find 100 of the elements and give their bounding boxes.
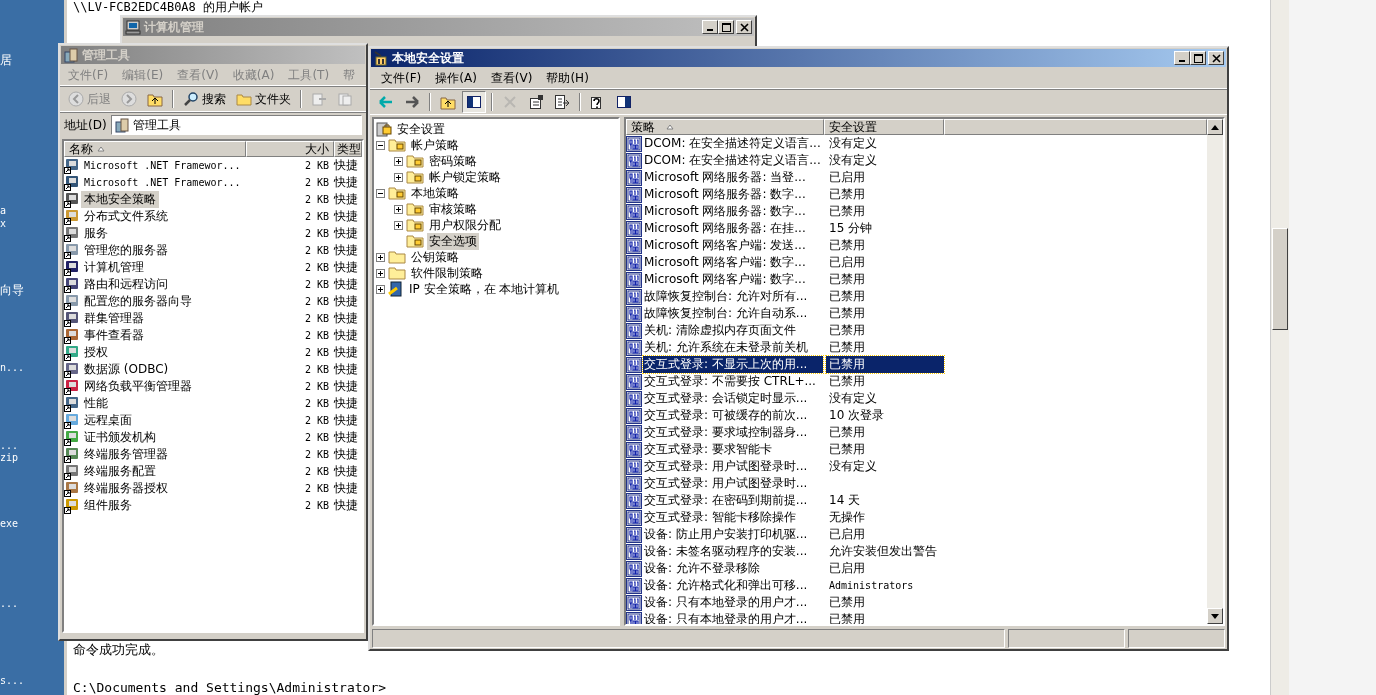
collapse-button[interactable]	[376, 140, 385, 150]
tree-item[interactable]: 安全设置	[395, 120, 447, 138]
policy-name[interactable]: Microsoft 网络客户端: 发送...	[643, 237, 823, 254]
policy-name[interactable]: DCOM: 在安全描述符定义语言...	[643, 152, 823, 169]
policy-name[interactable]: Microsoft 网络服务器: 在挂...	[643, 220, 823, 237]
policy-name[interactable]: Microsoft 网络客户端: 数字...	[643, 271, 823, 288]
file-name[interactable]: 事件查看器	[81, 327, 147, 344]
policy-name[interactable]: 交互式登录: 用户试图登录时...	[643, 475, 823, 492]
policy-name[interactable]: Microsoft 网络客户端: 数字...	[643, 254, 823, 271]
tree-pane-button[interactable]	[462, 91, 486, 113]
expand-button[interactable]	[394, 172, 403, 182]
tree-item[interactable]: 本地策略	[409, 184, 461, 202]
policy-name[interactable]: 设备: 只有本地登录的用户才...	[643, 611, 823, 624]
menu-item[interactable]: 操作(A)	[428, 69, 484, 87]
tree-item[interactable]: 软件限制策略	[409, 264, 485, 282]
file-name[interactable]: 终端服务配置	[81, 463, 159, 480]
expand-button[interactable]	[394, 156, 403, 166]
column-header[interactable]: 策略	[626, 119, 824, 135]
menu-item[interactable]: 帮助(H)	[539, 69, 596, 87]
desktop-icon-label[interactable]: a	[0, 205, 7, 216]
policy-name[interactable]: 交互式登录: 不需要按 CTRL+...	[643, 373, 823, 390]
policy-name[interactable]: Microsoft 网络服务器: 数字...	[643, 203, 823, 220]
file-name[interactable]: 性能	[81, 395, 111, 412]
close-button[interactable]	[1208, 51, 1224, 65]
menu-item[interactable]: 文件(F)	[374, 69, 429, 87]
file-name[interactable]: 计算机管理	[81, 259, 147, 276]
policy-name[interactable]: 故障恢复控制台: 允许对所有...	[643, 288, 823, 305]
policy-name[interactable]: 交互式登录: 智能卡移除操作	[643, 509, 823, 526]
collapse-button[interactable]	[376, 188, 385, 198]
tree-item[interactable]: 用户权限分配	[427, 216, 503, 234]
file-name[interactable]: Microsoft .NET Framewor...	[81, 160, 244, 171]
policy-name[interactable]: 设备: 允许不登录移除	[643, 560, 823, 577]
file-name[interactable]: 分布式文件系统	[81, 208, 171, 225]
file-name[interactable]: 服务	[81, 225, 111, 242]
desktop-icon-label[interactable]: ...	[0, 598, 19, 609]
desktop-icon-label[interactable]: x	[0, 218, 7, 229]
desktop-icon-label[interactable]: exe	[0, 518, 19, 529]
file-name[interactable]: Microsoft .NET Framewor...	[81, 177, 244, 188]
desktop-icon-label[interactable]: zip	[0, 452, 19, 463]
tree-item[interactable]: 帐户策略	[409, 136, 461, 154]
policy-name[interactable]: 设备: 未签名驱动程序的安装...	[643, 543, 823, 560]
tree-item[interactable]: 帐户锁定策略	[427, 168, 503, 186]
file-name[interactable]: 配置您的服务器向导	[81, 293, 195, 310]
expand-button[interactable]	[376, 268, 385, 278]
policy-name[interactable]: 关机: 允许系统在未登录前关机	[643, 339, 823, 356]
file-name[interactable]: 证书颁发机构	[81, 429, 159, 446]
column-header[interactable]	[944, 119, 1207, 135]
tree-item[interactable]: 安全选项	[427, 232, 479, 250]
policy-name[interactable]: 交互式登录: 不显示上次的用...	[643, 356, 823, 373]
scrollbar[interactable]	[1270, 0, 1289, 695]
minimize-button[interactable]	[702, 20, 718, 34]
file-name[interactable]: 本地安全策略	[81, 191, 159, 208]
minimize-button[interactable]	[1174, 51, 1190, 65]
column-header[interactable]: 大小	[246, 141, 334, 157]
folders-button[interactable]: 文件夹	[232, 87, 295, 111]
file-name[interactable]: 授权	[81, 344, 111, 361]
maximize-button[interactable]	[718, 20, 734, 34]
expand-button[interactable]	[394, 204, 403, 214]
policy-name[interactable]: 交互式登录: 可被缓存的前次...	[643, 407, 823, 424]
desktop-icon-label[interactable]: ...	[0, 440, 19, 451]
desktop-icon-label[interactable]: 向导	[0, 282, 24, 299]
expand-button[interactable]	[376, 284, 385, 294]
policy-name[interactable]: 交互式登录: 要求智能卡	[643, 441, 823, 458]
tree-item[interactable]: 审核策略	[427, 200, 479, 218]
policy-name[interactable]: 交互式登录: 要求域控制器身...	[643, 424, 823, 441]
file-name[interactable]: 终端服务器授权	[81, 480, 171, 497]
policy-name[interactable]: 设备: 防止用户安装打印机驱...	[643, 526, 823, 543]
policy-name[interactable]: 设备: 只有本地登录的用户才...	[643, 594, 823, 611]
desktop-icon-label[interactable]: s...	[0, 675, 25, 686]
file-name[interactable]: 路由和远程访问	[81, 276, 171, 293]
file-name[interactable]: 数据源 (ODBC)	[81, 361, 172, 378]
policy-name[interactable]: 交互式登录: 在密码到期前提...	[643, 492, 823, 509]
desktop-icon-label[interactable]: n...	[0, 362, 25, 373]
column-header[interactable]: 类型	[334, 141, 362, 157]
tree-item[interactable]: 公钥策略	[409, 248, 461, 266]
file-name[interactable]: 终端服务管理器	[81, 446, 171, 463]
tree-item[interactable]: 密码策略	[427, 152, 479, 170]
desktop-icon-label[interactable]: 居	[0, 52, 12, 69]
policy-name[interactable]: DCOM: 在安全描述符定义语言...	[643, 135, 823, 152]
file-name[interactable]: 群集管理器	[81, 310, 147, 327]
policy-name[interactable]: Microsoft 网络服务器: 数字...	[643, 186, 823, 203]
file-name[interactable]: 组件服务	[81, 497, 135, 514]
policy-name[interactable]: 交互式登录: 用户试图登录时...	[643, 458, 823, 475]
maximize-button[interactable]	[1190, 51, 1206, 65]
column-header[interactable]: 安全设置	[824, 119, 944, 135]
expand-button[interactable]	[394, 220, 403, 230]
close-button[interactable]	[736, 20, 752, 34]
search-button[interactable]: 搜索	[179, 87, 230, 111]
scrollbar[interactable]	[1207, 119, 1223, 624]
menu-item[interactable]: 查看(V)	[483, 69, 540, 87]
policy-name[interactable]: 设备: 允许格式化和弹出可移...	[643, 577, 823, 594]
expand-button[interactable]	[376, 252, 385, 262]
tree-item[interactable]: IP 安全策略，在 本地计算机	[407, 280, 562, 298]
file-name[interactable]: 网络负载平衡管理器	[81, 378, 195, 395]
policy-name[interactable]: 故障恢复控制台: 允许自动系...	[643, 305, 823, 322]
column-header[interactable]: 名称	[64, 141, 246, 157]
scrollbar-thumb[interactable]	[1272, 228, 1288, 330]
policy-name[interactable]: 交互式登录: 会话锁定时显示...	[643, 390, 823, 407]
policy-name[interactable]: 关机: 清除虚拟内存页面文件	[643, 322, 823, 339]
scroll-down-button[interactable]	[1207, 608, 1223, 624]
